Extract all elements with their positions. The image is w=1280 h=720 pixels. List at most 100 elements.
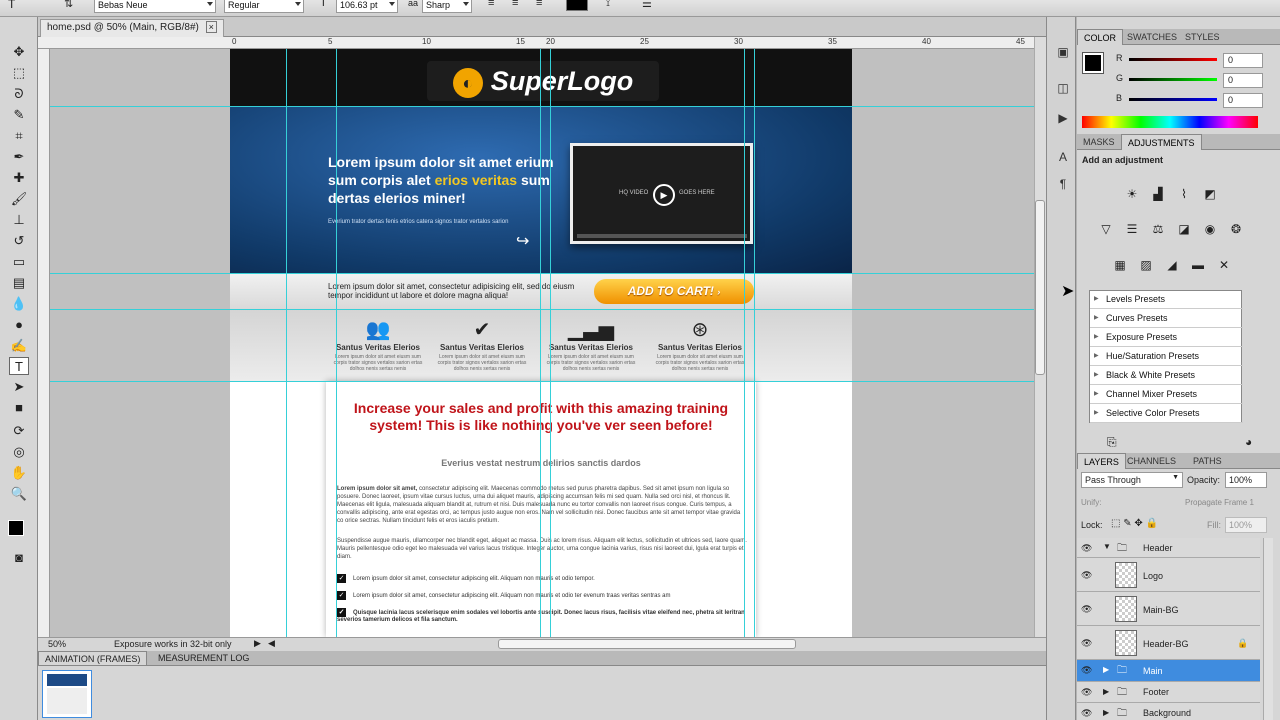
eyedropper-tool-icon[interactable]: ✒ <box>9 148 29 166</box>
eye-icon[interactable]: 👁 <box>1081 604 1092 615</box>
preset-black-white[interactable]: Black & White Presets <box>1090 367 1243 385</box>
tab-color[interactable]: COLOR <box>1077 29 1124 45</box>
eye-icon[interactable]: 👁 <box>1081 665 1092 676</box>
green-value[interactable]: 0 <box>1223 73 1263 88</box>
levels-icon[interactable]: ▟ <box>1149 187 1167 203</box>
align-left-icon[interactable]: ≡ <box>488 0 494 9</box>
layer-group-main[interactable]: 👁 ▶ 🗀 Main <box>1077 660 1260 682</box>
mini-bridge-icon[interactable]: ▣ <box>1054 45 1072 61</box>
guide-line[interactable] <box>286 49 287 637</box>
threshold-icon[interactable]: ◢ <box>1163 258 1181 274</box>
orientation-icon[interactable]: ⇅ <box>64 0 73 10</box>
animation-frame[interactable] <box>42 670 92 718</box>
quick-select-tool-icon[interactable]: ✎ <box>9 106 29 124</box>
text-color-swatch[interactable] <box>566 0 588 11</box>
type-tool-icon[interactable]: T <box>9 357 29 375</box>
brush-tool-icon[interactable]: 🖌 <box>9 190 29 208</box>
guide-line[interactable] <box>50 106 1034 107</box>
layer-main-bg[interactable]: 👁 Main-BG <box>1077 592 1260 626</box>
eye-icon[interactable]: 👁 <box>1081 638 1092 649</box>
quick-mask-icon[interactable]: ◙ <box>9 549 29 567</box>
tab-masks[interactable]: MASKS <box>1077 134 1121 150</box>
blue-value[interactable]: 0 <box>1223 93 1263 108</box>
eye-icon[interactable]: 👁 <box>1081 687 1092 698</box>
pen-tool-icon[interactable]: ✍ <box>9 337 29 355</box>
character-icon[interactable]: A <box>1054 150 1072 166</box>
font-family-select[interactable]: Bebas Neue <box>94 0 216 13</box>
blue-slider[interactable] <box>1129 98 1217 101</box>
status-menu-arrow-icon[interactable]: ▶ <box>254 638 261 649</box>
eraser-tool-icon[interactable]: ▭ <box>9 253 29 271</box>
stamp-tool-icon[interactable]: ⊥ <box>9 211 29 229</box>
red-value[interactable]: 0 <box>1223 53 1263 68</box>
paragraph-icon[interactable]: ¶ <box>1054 177 1072 193</box>
tab-adjustments[interactable]: ADJUSTMENTS <box>1121 134 1202 150</box>
guide-line[interactable] <box>754 49 755 637</box>
preset-levels[interactable]: Levels Presets <box>1090 291 1243 309</box>
layer-group-footer[interactable]: 👁 ▶ 🗀 Footer <box>1077 682 1260 703</box>
warp-text-icon[interactable]: ⟟ <box>606 0 610 10</box>
eye-icon[interactable]: 👁 <box>1081 708 1092 719</box>
channel-mixer-icon[interactable]: ❂ <box>1227 222 1245 238</box>
brightness-icon[interactable]: ☀ <box>1123 187 1141 203</box>
blend-mode-select[interactable]: Pass Through ▼ <box>1081 472 1183 488</box>
selective-color-icon[interactable]: ✕ <box>1215 258 1233 274</box>
exposure-icon[interactable]: ◩ <box>1201 187 1219 203</box>
history-icon[interactable]: ◫ <box>1054 81 1072 97</box>
layers-scrollbar[interactable] <box>1263 538 1273 720</box>
color-fg-swatch[interactable] <box>1082 52 1104 74</box>
preset-exposure[interactable]: Exposure Presets <box>1090 329 1243 347</box>
preset-selective-color[interactable]: Selective Color Presets <box>1090 405 1243 423</box>
layer-group-header[interactable]: 👁 ▼ 🗀 Header <box>1077 538 1260 558</box>
marquee-tool-icon[interactable]: ⬚ <box>9 64 29 82</box>
move-tool-icon[interactable]: ✥ <box>9 43 29 61</box>
green-slider[interactable] <box>1129 78 1217 81</box>
guide-line[interactable] <box>550 49 551 637</box>
guide-line[interactable] <box>50 273 1034 274</box>
tab-animation[interactable]: ANIMATION (FRAMES) <box>38 651 148 666</box>
zoom-tool-icon[interactable]: 🔍 <box>9 485 29 503</box>
scroll-left-icon[interactable]: ◀ <box>268 638 275 649</box>
path-select-tool-icon[interactable]: ➤ <box>9 378 29 396</box>
eye-icon[interactable]: 👁 <box>1081 570 1092 581</box>
document-tab[interactable]: home.psd @ 50% (Main, RGB/8#) × <box>40 19 224 37</box>
eye-icon[interactable]: 👁 <box>1081 543 1092 554</box>
hue-saturation-icon[interactable]: ☰ <box>1123 222 1141 238</box>
black-white-icon[interactable]: ◪ <box>1175 222 1193 238</box>
font-size-field[interactable]: 106.63 pt <box>336 0 398 13</box>
curves-icon[interactable]: ⌇ <box>1175 187 1193 203</box>
tab-swatches[interactable]: SWATCHES <box>1121 29 1183 45</box>
guide-line[interactable] <box>50 381 1034 382</box>
fill-field[interactable]: 100% <box>1225 517 1267 533</box>
crop-tool-icon[interactable]: ⌗ <box>9 127 29 145</box>
vibrance-icon[interactable]: ▽ <box>1097 222 1115 238</box>
vertical-ruler[interactable] <box>38 49 50 637</box>
dodge-tool-icon[interactable]: ● <box>9 316 29 334</box>
align-right-icon[interactable]: ≡ <box>536 0 542 9</box>
tab-channels[interactable]: CHANNELS <box>1121 453 1182 469</box>
close-tab-icon[interactable]: × <box>205 21 217 33</box>
gradient-map-icon[interactable]: ▬ <box>1189 258 1207 274</box>
red-slider[interactable] <box>1129 58 1217 61</box>
gradient-tool-icon[interactable]: ▤ <box>9 274 29 292</box>
tab-measurement-log[interactable]: MEASUREMENT LOG <box>152 651 255 665</box>
guide-line[interactable] <box>50 309 1034 310</box>
posterize-icon[interactable]: ▨ <box>1137 258 1155 274</box>
tab-layers[interactable]: LAYERS <box>1077 453 1126 469</box>
shape-tool-icon[interactable]: ■ <box>9 399 29 417</box>
align-center-icon[interactable]: ≡ <box>512 0 518 9</box>
photo-filter-icon[interactable]: ◉ <box>1201 222 1219 238</box>
color-spectrum[interactable] <box>1082 116 1258 128</box>
preset-channel-mixer[interactable]: Channel Mixer Presets <box>1090 386 1243 404</box>
adjustment-clip-icon[interactable]: ◕ <box>1245 435 1252 449</box>
3d-rotate-tool-icon[interactable]: ⟳ <box>9 422 29 440</box>
guide-line[interactable] <box>336 49 337 637</box>
vertical-scroll-thumb[interactable] <box>1035 200 1045 375</box>
opacity-field[interactable]: 100% <box>1225 472 1267 488</box>
canvas-area[interactable]: ◐ SuperLogo Lorem ipsum dolor sit amet er… <box>50 49 1034 637</box>
antialias-select[interactable]: Sharp <box>422 0 472 13</box>
horizontal-scroll-thumb[interactable] <box>498 639 796 649</box>
zoom-level[interactable]: 50% <box>48 639 66 649</box>
layer-logo[interactable]: 👁 Logo <box>1077 558 1260 592</box>
adjustment-return-icon[interactable]: ⎘ <box>1107 435 1117 450</box>
